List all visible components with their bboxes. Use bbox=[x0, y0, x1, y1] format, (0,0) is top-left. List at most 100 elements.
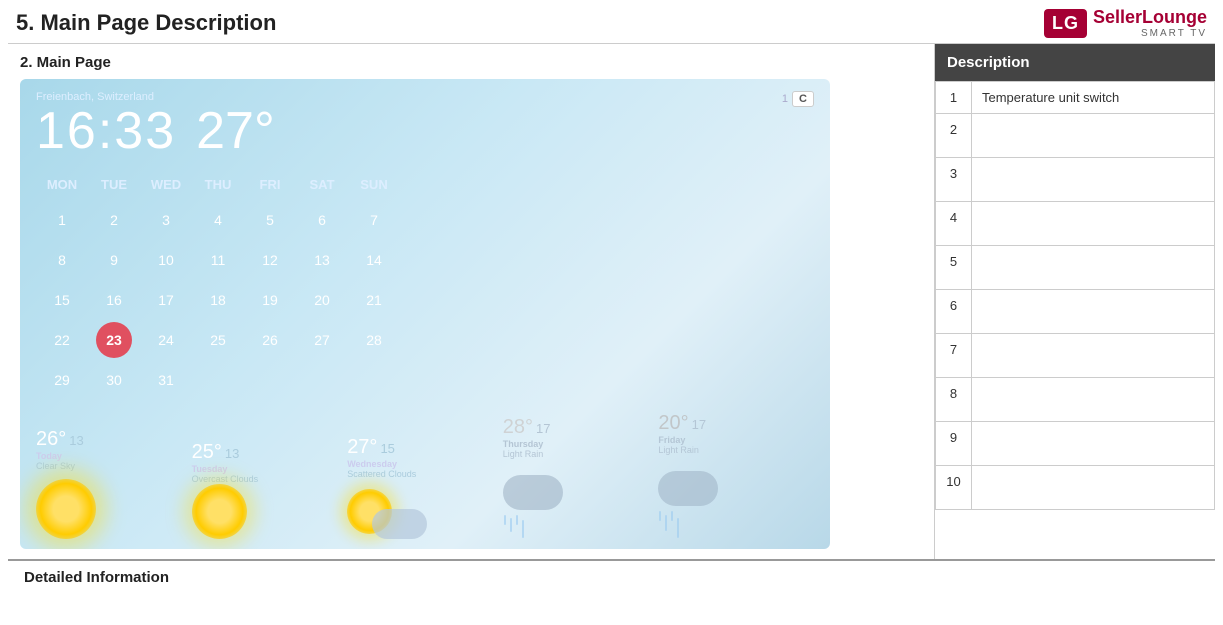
rain-drop bbox=[510, 518, 512, 532]
cal-day[interactable]: 5 bbox=[252, 202, 288, 238]
fc-desc-2: Overcast Clouds bbox=[192, 474, 259, 484]
row-text bbox=[972, 377, 1215, 421]
row-text bbox=[972, 333, 1215, 377]
forecast-fri: 20° 17 Friday Light Rain bbox=[658, 412, 814, 539]
fc-high-4: 28° bbox=[503, 416, 533, 439]
cal-day[interactable]: 11 bbox=[200, 242, 236, 278]
cal-day[interactable]: 2 bbox=[96, 202, 132, 238]
cal-today[interactable]: 23 bbox=[96, 322, 132, 358]
cal-day[interactable]: 31 bbox=[148, 362, 184, 398]
cal-day[interactable]: 25 bbox=[200, 322, 236, 358]
row-num: 3 bbox=[936, 157, 972, 201]
fc-day-3: Wednesday bbox=[347, 459, 397, 469]
fc-day-4: Thursday bbox=[503, 439, 544, 449]
temp-display: 27° bbox=[196, 105, 275, 157]
rain-drops-4 bbox=[503, 514, 525, 539]
table-row: 10 bbox=[936, 465, 1215, 509]
cal-day[interactable]: 28 bbox=[356, 322, 392, 358]
row-text bbox=[972, 113, 1215, 157]
row-num: 7 bbox=[936, 333, 972, 377]
cal-day[interactable]: 24 bbox=[148, 322, 184, 358]
cal-day[interactable]: 10 bbox=[148, 242, 184, 278]
row-text bbox=[972, 245, 1215, 289]
cloud-sun-icon bbox=[347, 479, 427, 539]
table-row: 2 bbox=[936, 113, 1215, 157]
cal-day[interactable]: 20 bbox=[304, 282, 340, 318]
rain-drop bbox=[516, 515, 518, 525]
cal-day[interactable]: 6 bbox=[304, 202, 340, 238]
cal-day[interactable]: 21 bbox=[356, 282, 392, 318]
rain-drop bbox=[677, 518, 679, 538]
cal-day[interactable]: 12 bbox=[252, 242, 288, 278]
cal-sat: SAT bbox=[296, 173, 348, 196]
cal-day[interactable]: 3 bbox=[148, 202, 184, 238]
right-panel: Description 1 Temperature unit switch 2 … bbox=[935, 44, 1215, 559]
row-text bbox=[972, 201, 1215, 245]
cal-day[interactable]: 15 bbox=[44, 282, 80, 318]
cal-day[interactable]: 14 bbox=[356, 242, 392, 278]
fc-day-2: Tuesday bbox=[192, 464, 228, 474]
cal-day[interactable]: 26 bbox=[252, 322, 288, 358]
bottom-section: Detailed Information bbox=[8, 559, 1215, 594]
section-title: 2. Main Page bbox=[20, 54, 922, 71]
table-row: 7 bbox=[936, 333, 1215, 377]
table-row: 3 bbox=[936, 157, 1215, 201]
fc-high-2: 25° bbox=[192, 441, 222, 464]
smarttv-label: SMART TV bbox=[1093, 28, 1207, 39]
rain-drop bbox=[665, 515, 667, 531]
row-num: 1 bbox=[936, 81, 972, 113]
page-header: 5. Main Page Description LG SellerLounge… bbox=[0, 0, 1223, 43]
fc-desc-1: Clear Sky bbox=[36, 461, 75, 471]
cal-day[interactable]: 19 bbox=[252, 282, 288, 318]
unit-toggle-button[interactable]: C bbox=[792, 91, 814, 107]
cal-empty bbox=[200, 362, 236, 398]
cal-day[interactable]: 8 bbox=[44, 242, 80, 278]
cal-day[interactable]: 13 bbox=[304, 242, 340, 278]
row-text bbox=[972, 289, 1215, 333]
cal-day[interactable]: 30 bbox=[96, 362, 132, 398]
location-text: Freienbach, Switzerland bbox=[36, 91, 814, 103]
cal-day[interactable]: 4 bbox=[200, 202, 236, 238]
cal-day[interactable]: 22 bbox=[44, 322, 80, 358]
fc-high-5: 20° bbox=[658, 412, 688, 435]
cal-day[interactable]: 9 bbox=[96, 242, 132, 278]
fc-low-1: 13 bbox=[69, 433, 83, 448]
cal-day[interactable]: 16 bbox=[96, 282, 132, 318]
cal-day[interactable]: 1 bbox=[44, 202, 80, 238]
cal-day[interactable]: 18 bbox=[200, 282, 236, 318]
row-num: 6 bbox=[936, 289, 972, 333]
row-num: 4 bbox=[936, 201, 972, 245]
unit-number: 1 bbox=[782, 93, 788, 105]
rain-drop bbox=[659, 511, 661, 521]
rain-drop bbox=[671, 511, 673, 521]
cal-day[interactable]: 29 bbox=[44, 362, 80, 398]
time-display: 16:33 bbox=[36, 105, 176, 157]
row-num: 9 bbox=[936, 421, 972, 465]
lounge-label: Lounge bbox=[1142, 7, 1207, 27]
fc-low-2: 13 bbox=[225, 446, 239, 461]
fc-desc-3: Scattered Clouds bbox=[347, 469, 416, 479]
fc-low-3: 15 bbox=[380, 441, 394, 456]
cal-day[interactable]: 17 bbox=[148, 282, 184, 318]
rain-drop bbox=[504, 515, 506, 525]
row-num: 8 bbox=[936, 377, 972, 421]
lg-logo: LG bbox=[1044, 9, 1087, 38]
table-row: 8 bbox=[936, 377, 1215, 421]
cloud-icon-5 bbox=[658, 471, 718, 506]
cal-empty bbox=[304, 362, 340, 398]
description-header: Description bbox=[935, 44, 1215, 81]
row-text bbox=[972, 421, 1215, 465]
cal-fri: FRI bbox=[244, 173, 296, 196]
cal-day[interactable]: 7 bbox=[356, 202, 392, 238]
cal-empty bbox=[356, 362, 392, 398]
fc-low-4: 17 bbox=[536, 421, 550, 436]
table-row: 1 Temperature unit switch bbox=[936, 81, 1215, 113]
main-content: 2. Main Page Freienbach, Switzerland 16:… bbox=[8, 43, 1215, 559]
cal-tue: TUE bbox=[88, 173, 140, 196]
brand-text: SellerLounge SMART TV bbox=[1093, 8, 1207, 39]
cal-mon: MON bbox=[36, 173, 88, 196]
fc-low-5: 17 bbox=[692, 417, 706, 432]
cal-day[interactable]: 27 bbox=[304, 322, 340, 358]
description-table: 1 Temperature unit switch 2 3 4 5 bbox=[935, 81, 1215, 510]
cloud-part bbox=[372, 509, 427, 539]
